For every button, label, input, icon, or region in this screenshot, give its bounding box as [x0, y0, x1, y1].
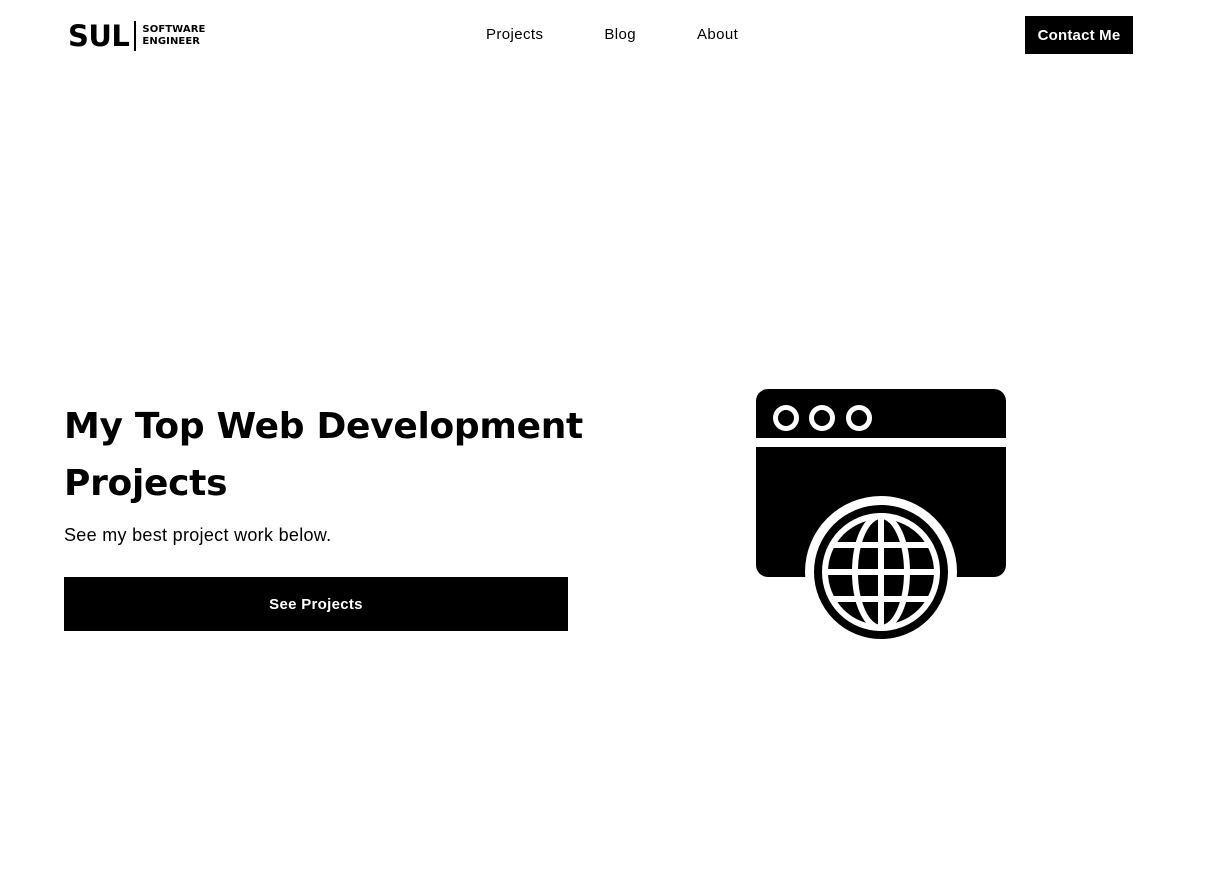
see-projects-button[interactable]: See Projects — [64, 577, 568, 631]
logo-subtitle-line1: SOFTWARE — [142, 24, 206, 35]
nav-link-blog[interactable]: Blog — [604, 25, 636, 45]
nav-link-about[interactable]: About — [697, 25, 738, 45]
logo-subtitle-line2: ENGINEER — [142, 36, 201, 47]
contact-me-button[interactable]: Contact Me — [1025, 16, 1133, 54]
logo-divider — [134, 21, 137, 51]
site-header: SUL SOFTWARE ENGINEER Projects Blog Abou… — [0, 0, 1207, 72]
logo-mark: SUL — [68, 19, 130, 53]
logo-subtitle: SOFTWARE ENGINEER — [142, 24, 205, 48]
page-title: My Top Web Development Projects — [64, 406, 583, 504]
main-nav: Projects Blog About — [486, 25, 738, 45]
hero-subtitle: See my best project work below. — [64, 525, 332, 545]
logo[interactable]: SUL SOFTWARE ENGINEER — [68, 19, 205, 53]
web-browser-globe-icon — [755, 388, 1007, 648]
nav-link-projects[interactable]: Projects — [486, 25, 543, 45]
